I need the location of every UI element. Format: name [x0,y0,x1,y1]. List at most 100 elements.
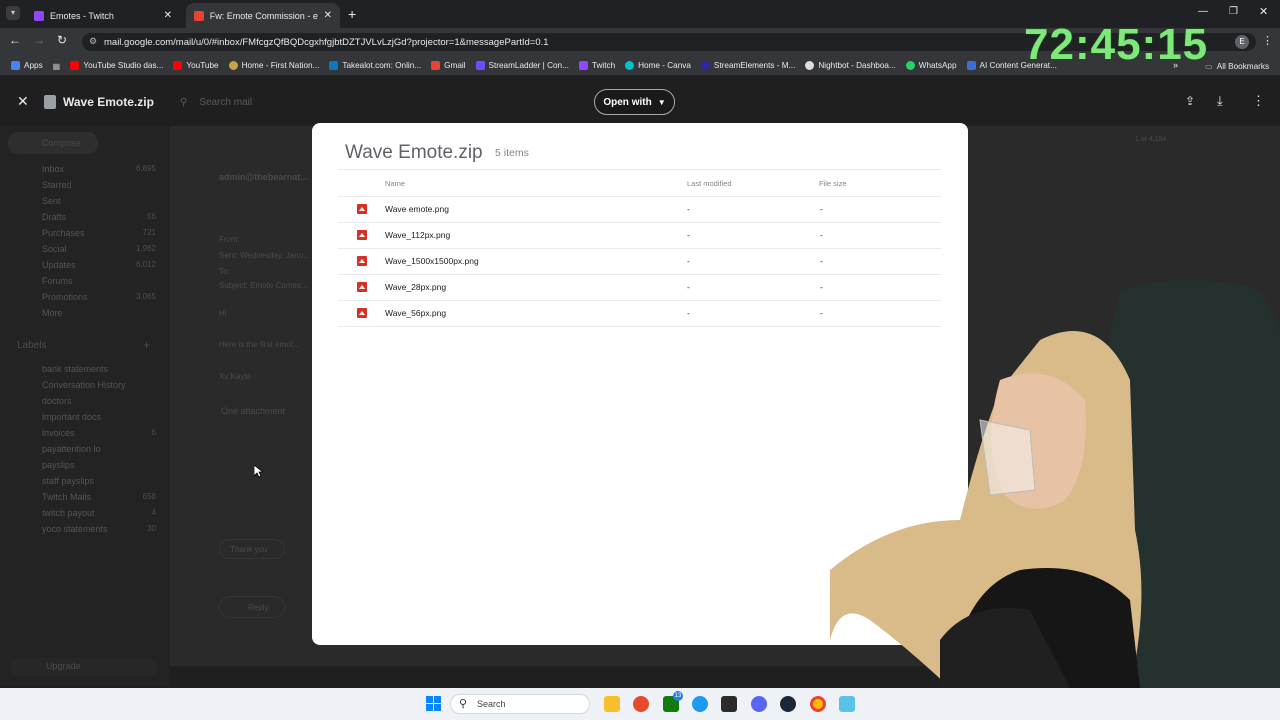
label-item: yoco statements [42,524,108,534]
gmail-icon [431,61,441,70]
close-window-icon[interactable]: ✕ [1259,5,1268,18]
stream-timer: 72:45:15 [1024,20,1209,69]
file-modified: - [687,204,690,214]
chevron-down-icon: ▼ [657,97,666,107]
streamelements-icon [700,61,710,70]
forward-icon[interactable]: → [33,33,45,47]
nav-drafts: Drafts [42,212,67,222]
open-with-label: Open with [603,96,652,108]
taskbar-search-label: Search [477,699,506,709]
file-size: - [820,282,823,292]
from-line: From: [219,235,240,244]
app-icon-green-arrow[interactable] [721,696,737,712]
discord-icon[interactable] [751,696,767,712]
site-info-icon[interactable]: ⚙ [89,36,97,47]
gmail-sidebar: Compose Inbox 6,895 Starred Sent Drafts 56… [0,126,170,686]
label-count: 658 [142,492,156,501]
bookmark-grid[interactable]: ▦ [48,61,66,71]
all-bookmarks-button[interactable]: ▭ All Bookmarks [1200,61,1274,72]
steam-icon[interactable] [780,696,796,712]
reply-button: Reply [219,596,285,618]
search-icon: ⚲ [459,698,468,710]
browser-menu-icon[interactable]: ⋮ [1262,34,1273,47]
search-icon: ⚲ [180,96,188,108]
label-count: 6 [151,428,156,437]
app-icon-blue[interactable] [692,696,708,712]
search-placeholder: Search mail [199,96,253,108]
close-tab-icon[interactable]: ✕ [324,10,332,21]
whatsapp-icon [905,61,915,70]
image-file-icon [357,256,367,266]
file-name: Wave_112px.png [385,230,451,240]
file-modified: - [687,282,690,292]
bookmark-streamladder[interactable]: StreamLadder | Con... [471,61,574,70]
bookmark-nightbot[interactable]: Nightbot - Dashboa... [800,61,900,70]
takealot-icon [329,61,339,70]
windows-start-icon[interactable] [426,696,441,711]
nav-updates: Updates [42,260,76,270]
new-tab-icon[interactable]: + [348,6,356,22]
open-with-button[interactable]: Open with ▼ [594,89,675,115]
bookmark-streamelements[interactable]: StreamElements - M... [696,61,800,70]
bookmark-gmail[interactable]: Gmail [426,61,470,70]
signoff: Xx Kayla [219,372,251,381]
file-row[interactable]: Wave_112px.png - - [338,222,941,248]
bookmark-takealot[interactable]: Takealot.com: Onlin... [324,61,426,70]
bookmark-first-nation[interactable]: Home - First Nation... [224,61,325,70]
minimize-icon[interactable]: — [1198,6,1208,17]
file-row[interactable]: Wave emote.png - - [338,196,941,222]
bookmark-twitch[interactable]: Twitch [574,61,620,70]
file-modified: - [687,256,690,266]
mouse-cursor-icon [254,465,263,478]
app-icon-red[interactable] [633,696,649,712]
profile-avatar[interactable]: E [1235,35,1249,49]
add-to-drive-icon[interactable]: ⇪ [1185,94,1195,108]
nav-sent: Sent [42,196,61,206]
zip-title: Wave Emote.zip [345,142,483,163]
gmail-favicon-icon [194,10,204,21]
zip-item-count: 5 items [495,147,529,159]
nav-purchases: Purchases [42,228,85,238]
file-modified: - [687,308,690,318]
bookmark-youtube-studio[interactable]: YouTube Studio das... [65,61,168,70]
ai-content-icon [966,61,976,70]
chrome-icon[interactable] [810,696,826,712]
close-tab-icon[interactable]: ✕ [164,10,172,21]
file-name: Wave_56px.png [385,308,447,318]
nav-more: More [42,308,63,318]
tab-title: Fw: Emote Commission - erned [209,10,318,21]
tab-gmail[interactable]: Fw: Emote Commission - erned ✕ [186,3,340,28]
taskbar-search[interactable]: ⚲ Search [450,694,590,714]
nav-count: 56 [147,212,156,221]
restore-icon[interactable]: ❐ [1229,6,1238,17]
attachment-header: One attachment [221,406,286,416]
label-item: payattention lo [42,444,101,454]
reload-icon[interactable]: ↻ [57,33,67,47]
tab-emotes-twitch[interactable]: Emotes - Twitch ✕ [26,3,180,28]
apps-grid-icon [11,61,20,70]
viewer-file-title: Wave Emote.zip [63,95,154,109]
subject-line: Subject: Emote Commi... [219,281,308,290]
sent-line: Sent: Wednesday, Janu... [219,251,310,260]
nav-count: 6,895 [135,164,156,173]
bookmark-apps[interactable]: Apps [6,61,48,70]
file-modified: - [687,230,690,240]
file-explorer-icon[interactable] [604,696,620,712]
label-item: staff payslips [42,476,94,486]
more-actions-icon[interactable]: ⋮ [1252,93,1265,109]
back-icon[interactable]: ← [9,33,21,47]
notification-badge: 13 [673,691,683,701]
close-viewer-icon[interactable]: ✕ [17,93,29,110]
dimmed-search-bar: ⚲ Search mail [180,93,580,111]
bookmark-whatsapp[interactable]: WhatsApp [901,61,962,70]
bookmark-youtube[interactable]: YouTube [168,61,223,70]
image-file-icon [357,230,367,240]
notepad-icon[interactable] [839,696,855,712]
bookmark-canva[interactable]: Home - Canva [620,61,696,70]
download-icon[interactable]: ⤓ [1217,93,1223,109]
nav-inbox: Inbox [42,164,65,174]
column-header-size: File size [819,179,847,188]
file-size: - [820,230,823,240]
add-label-icon: + [143,338,151,352]
tab-search-icon[interactable]: ▾ [6,6,20,20]
